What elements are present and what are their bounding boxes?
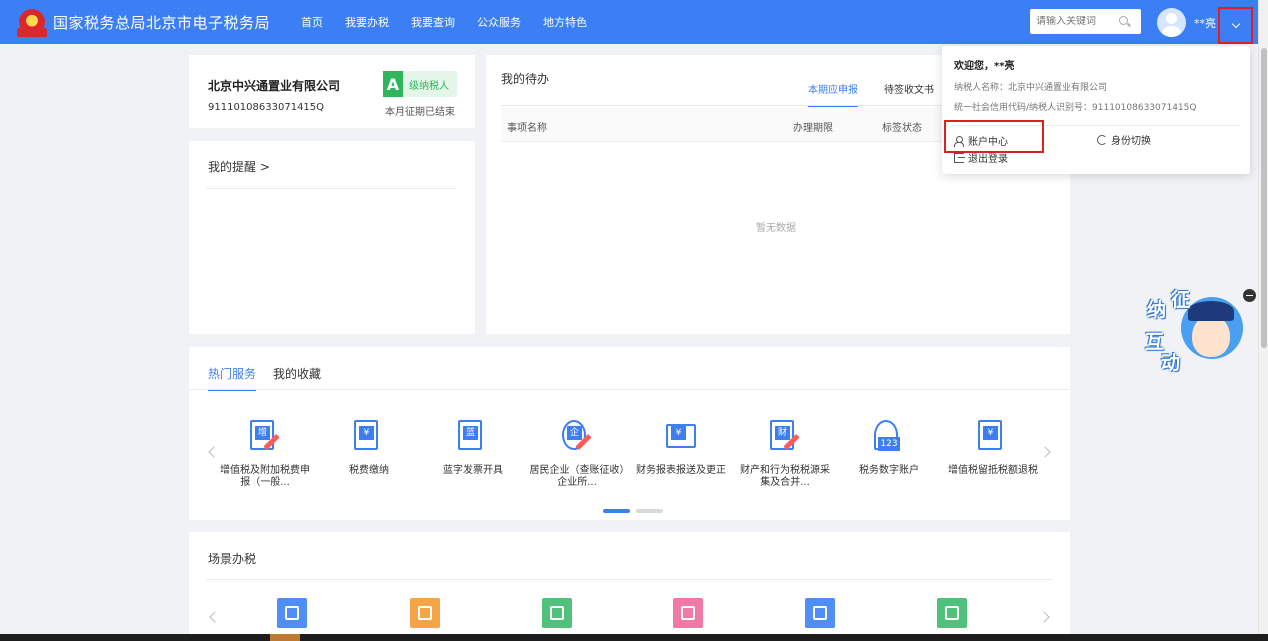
tab-hot-services[interactable]: 热门服务 (208, 365, 257, 391)
scroll-thumb[interactable] (1261, 48, 1267, 348)
service-label: 增值税及附加税费申报（一般... (220, 465, 310, 488)
mascot-hat (1188, 301, 1234, 321)
reminder-title[interactable]: 我的提醒 > (208, 158, 270, 175)
switch-identity-label: 身份切换 (1111, 136, 1151, 147)
tab-current-declare[interactable]: 本期应申报 (808, 81, 858, 107)
period-status: 本月征期已结束 (385, 107, 455, 118)
service-label: 居民企业（查账征收）企业所... (529, 465, 625, 488)
mascot-minimize-button[interactable] (1243, 289, 1256, 302)
carousel-dot[interactable] (636, 509, 663, 513)
nav-home[interactable]: 首页 (301, 14, 323, 30)
company-name: 北京中兴通置业有限公司 (208, 79, 341, 93)
todo-tabs: 本期应申报 待签收文书 (808, 81, 960, 107)
mascot-char: 征 (1171, 289, 1191, 311)
national-emblem-logo (17, 9, 47, 37)
search-input[interactable] (1030, 16, 1116, 27)
logout-icon (954, 152, 965, 163)
nav-local-feature[interactable]: 地方特色 (543, 14, 587, 30)
search-box (1030, 9, 1141, 34)
user-dropdown-menu: 欢迎您，**亮 纳税人名称：北京中兴通置业有限公司 统一社会信用代码/纳税人识别… (942, 46, 1250, 174)
tab-my-favorites[interactable]: 我的收藏 (273, 365, 321, 382)
os-taskbar (0, 634, 1268, 641)
credit-code-line: 统一社会信用代码/纳税人识别号：91110108633071415Q (954, 103, 1197, 113)
service-item[interactable]: 123 税务数字账户 (841, 419, 937, 477)
service-item[interactable]: 增 增值税及附加税费申报（一般... (217, 419, 313, 489)
service-label: 增值税留抵税额退税 (948, 465, 1038, 476)
company-card: 北京中兴通置业有限公司 91110108633071415Q A 级纳税人 本月… (189, 55, 475, 128)
tax-id: 91110108633071415Q (208, 102, 325, 113)
scenario-icon[interactable] (673, 598, 703, 628)
scenario-card: 场景办税 (189, 532, 1070, 634)
user-avatar[interactable] (1157, 8, 1186, 37)
vat-declare-icon: 增 (247, 419, 283, 455)
grade-text: 级纳税人 (409, 80, 449, 92)
user-name[interactable]: **亮 (1194, 15, 1216, 31)
property-tax-icon: 财 (767, 419, 803, 455)
financial-report-icon: ¥ (663, 419, 699, 455)
digital-account-icon: 123 (871, 419, 907, 455)
carousel-next-arrow[interactable] (1038, 611, 1050, 623)
service-label: 财务报表报送及更正 (636, 465, 726, 476)
taxpayer-name-line: 纳税人名称：北京中兴通置业有限公司 (954, 83, 1108, 93)
invoice-printer-icon: 蓝 (455, 419, 491, 455)
page-scrollbar[interactable] (1258, 0, 1268, 641)
hot-services-card: 热门服务 我的收藏 增 增值税及附加税费申报（一般... ¥ 税费缴纳 蓝 蓝字… (189, 347, 1070, 520)
service-label: 税务数字账户 (859, 465, 919, 476)
service-item[interactable]: ¥ 财务报表报送及更正 (633, 419, 729, 477)
main-nav: 首页 我要办税 我要查询 公众服务 地方特色 (301, 14, 609, 30)
mascot-head (1192, 315, 1230, 357)
mascot-char: 纳 (1147, 299, 1167, 321)
mascot-char: 动 (1161, 352, 1181, 374)
nav-do-tax[interactable]: 我要办税 (345, 14, 389, 30)
carousel-next-arrow[interactable] (1039, 446, 1051, 458)
empty-state-text: 暂无数据 (756, 223, 796, 234)
service-item[interactable]: 财 财产和行为税税源采集及合并... (737, 419, 833, 489)
divider (206, 579, 1052, 580)
service-label: 税费缴纳 (349, 465, 389, 476)
scenario-title: 场景办税 (208, 552, 257, 566)
enterprise-tax-icon: 企 (559, 419, 595, 455)
scenario-icon[interactable] (410, 598, 440, 628)
logout-label: 退出登录 (968, 154, 1008, 165)
scenario-icon[interactable] (277, 598, 307, 628)
search-icon[interactable] (1116, 13, 1134, 31)
welcome-text: 欢迎您，**亮 (954, 61, 1015, 72)
col-tag-status: 标签状态 (882, 123, 922, 134)
reminder-card: 我的提醒 > (189, 141, 475, 334)
col-deadline: 办理期限 (793, 123, 833, 134)
col-item-name: 事项名称 (507, 123, 547, 134)
service-label: 蓝字发票开具 (443, 465, 503, 476)
user-menu-toggle[interactable] (1218, 7, 1253, 44)
nav-public-service[interactable]: 公众服务 (477, 14, 521, 30)
taxpayer-grade-badge: A 级纳税人 (383, 71, 457, 97)
chevron-down-icon (1231, 19, 1240, 29)
carousel-dot[interactable] (603, 509, 630, 513)
tab-pending-documents[interactable]: 待签收文书 (884, 81, 934, 107)
scenario-icon[interactable] (805, 598, 835, 628)
nav-query[interactable]: 我要查询 (411, 14, 455, 30)
switch-identity-item[interactable]: 身份切换 (1097, 132, 1151, 147)
refresh-icon (1097, 134, 1107, 145)
scenario-icon[interactable] (542, 598, 572, 628)
site-title[interactable]: 国家税务总局北京市电子税务局 (53, 12, 270, 33)
service-label: 财产和行为税税源采集及合并... (740, 465, 830, 488)
scenario-icon[interactable] (937, 598, 967, 628)
vat-refund-icon: ¥ (975, 419, 1011, 455)
logout-item[interactable]: 退出登录 (954, 150, 1008, 165)
divider (206, 188, 457, 189)
service-item[interactable]: 企 居民企业（查账征收）企业所... (529, 419, 625, 489)
carousel-prev-arrow[interactable] (209, 611, 221, 623)
interaction-mascot[interactable]: 纳 征 互 动 (1143, 285, 1243, 380)
service-item[interactable]: ¥ 税费缴纳 (321, 419, 417, 477)
highlight-box (944, 120, 1044, 153)
service-item[interactable]: 蓝 蓝字发票开具 (425, 419, 521, 477)
service-item[interactable]: ¥ 增值税留抵税额退税 (945, 419, 1041, 477)
todo-title: 我的待办 (501, 72, 550, 86)
carousel-pagination (603, 509, 669, 513)
grade-letter: A (383, 71, 403, 97)
divider (189, 389, 1070, 390)
tax-payment-icon: ¥ (351, 419, 387, 455)
